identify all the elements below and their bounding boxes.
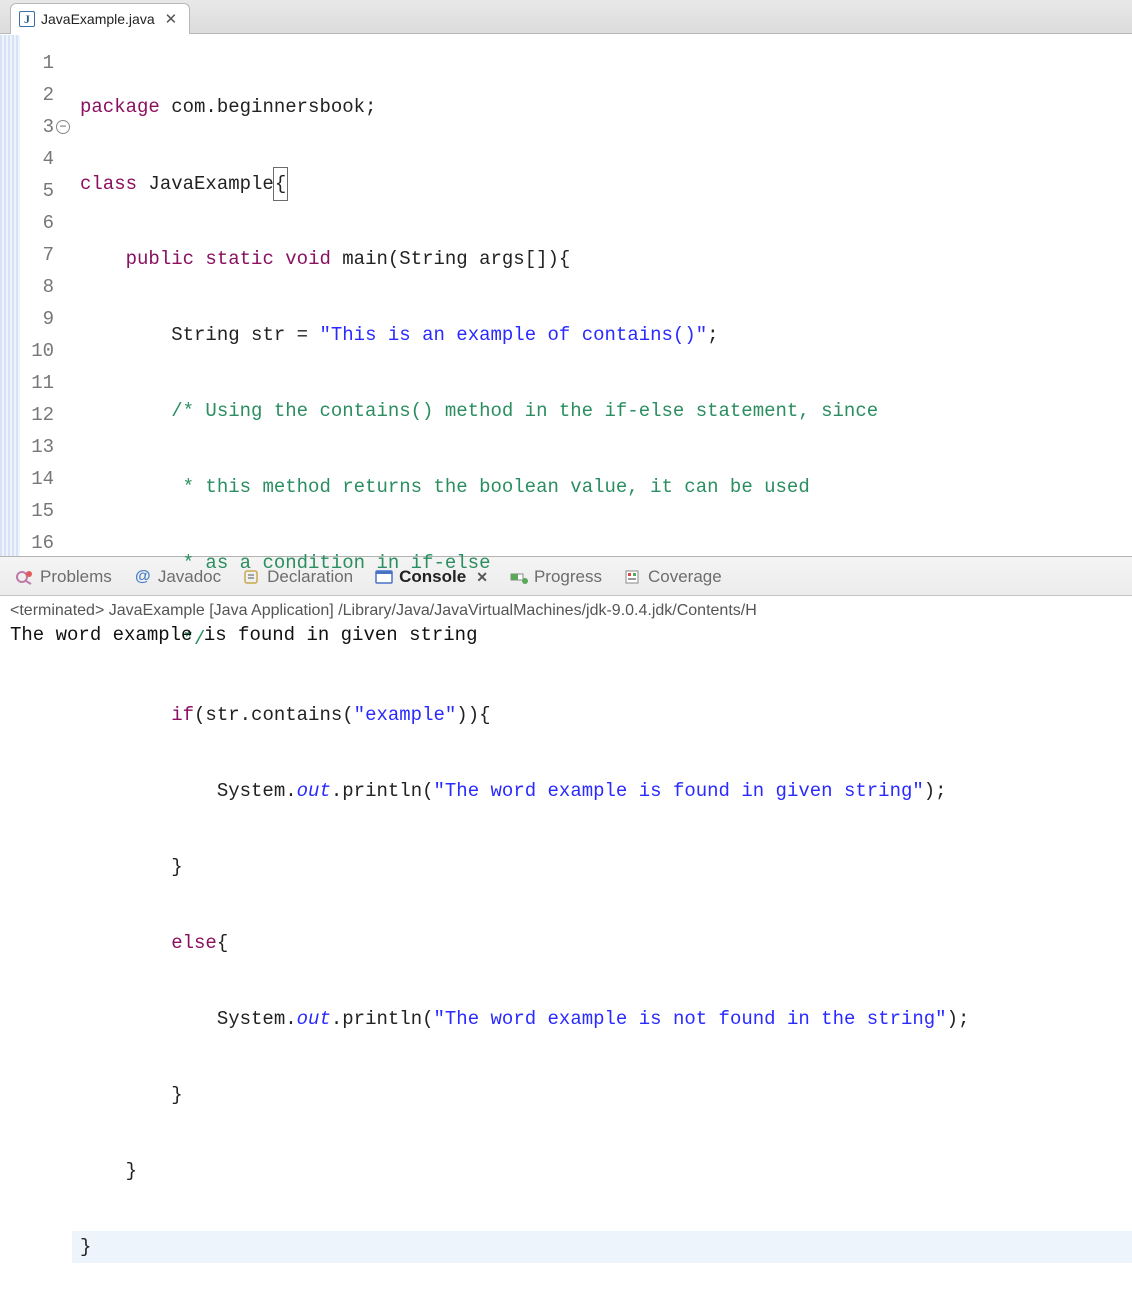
line-number: 9 xyxy=(0,303,72,335)
tab-javadoc[interactable]: @ Javadoc xyxy=(134,567,221,587)
tab-declaration[interactable]: Declaration xyxy=(243,567,353,587)
code-line: } xyxy=(72,851,1132,883)
fold-toggle-icon[interactable] xyxy=(56,120,70,134)
view-label: Console xyxy=(399,567,466,587)
coverage-icon xyxy=(624,569,642,585)
code-line: } xyxy=(72,1079,1132,1111)
code-line: } xyxy=(72,1231,1132,1263)
code-line: /* Using the contains() method in the if… xyxy=(72,395,1132,427)
view-label: Coverage xyxy=(648,567,722,587)
close-icon[interactable]: ✕ xyxy=(472,569,488,586)
code-line: System.out.println("The word example is … xyxy=(72,1003,1132,1035)
view-label: Progress xyxy=(534,567,602,587)
editor-tab-bar: J JavaExample.java ✕ xyxy=(0,0,1132,34)
declaration-icon xyxy=(243,569,261,585)
line-number: 4 xyxy=(0,143,72,175)
line-number: 6 xyxy=(0,207,72,239)
line-number: 7 xyxy=(0,239,72,271)
line-number: 3 xyxy=(0,111,72,143)
line-number: 11 xyxy=(0,367,72,399)
code-area[interactable]: package com.beginnersbook; class JavaExa… xyxy=(72,35,1132,556)
code-line: public static void main(String args[]){ xyxy=(72,243,1132,275)
code-line: String str = "This is an example of cont… xyxy=(72,319,1132,351)
line-number-gutter: 1 2 3 4 5 6 7 8 9 10 11 12 13 14 15 16 xyxy=(0,35,72,556)
code-line: } xyxy=(72,1155,1132,1187)
code-line: class JavaExample{ xyxy=(72,167,1132,199)
tab-problems[interactable]: Problems xyxy=(16,567,112,587)
editor-tab-javaexample[interactable]: J JavaExample.java ✕ xyxy=(10,3,190,34)
tab-coverage[interactable]: Coverage xyxy=(624,567,722,587)
line-number: 10 xyxy=(0,335,72,367)
code-line: package com.beginnersbook; xyxy=(72,91,1132,123)
code-line: System.out.println("The word example is … xyxy=(72,775,1132,807)
code-line: * this method returns the boolean value,… xyxy=(72,471,1132,503)
code-line: * as a condition in if-else xyxy=(72,547,1132,579)
cursor-box: { xyxy=(273,167,288,201)
line-number: 8 xyxy=(0,271,72,303)
close-icon[interactable]: ✕ xyxy=(161,10,178,28)
line-number: 1 xyxy=(0,47,72,79)
javadoc-icon: @ xyxy=(134,569,152,585)
line-number: 2 xyxy=(0,79,72,111)
problems-icon xyxy=(16,569,34,585)
view-label: Problems xyxy=(40,567,112,587)
editor-tab-filename: JavaExample.java xyxy=(41,11,155,27)
code-line: else{ xyxy=(72,927,1132,959)
line-number: 5 xyxy=(0,175,72,207)
java-file-icon: J xyxy=(19,11,35,27)
line-number: 16 xyxy=(0,527,72,559)
line-number: 13 xyxy=(0,431,72,463)
view-label: Declaration xyxy=(267,567,353,587)
console-icon xyxy=(375,569,393,585)
view-label: Javadoc xyxy=(158,567,221,587)
tab-console[interactable]: Console ✕ xyxy=(375,567,488,587)
progress-icon xyxy=(510,569,528,585)
line-number: 12 xyxy=(0,399,72,431)
line-number: 15 xyxy=(0,495,72,527)
tab-progress[interactable]: Progress xyxy=(510,567,602,587)
code-line: if(str.contains("example")){ xyxy=(72,699,1132,731)
code-editor[interactable]: 1 2 3 4 5 6 7 8 9 10 11 12 13 14 15 16 p… xyxy=(0,34,1132,556)
line-number: 14 xyxy=(0,463,72,495)
